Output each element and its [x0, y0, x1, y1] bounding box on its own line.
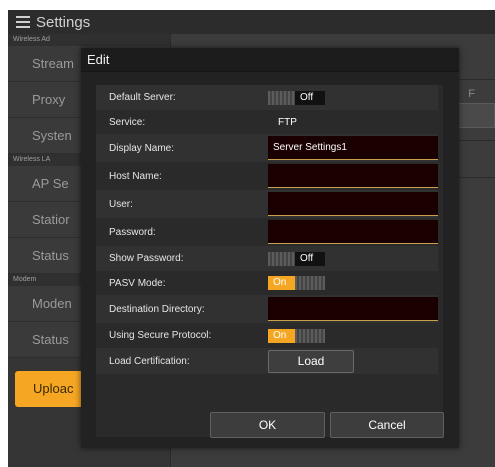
default-server-toggle[interactable]: Off — [268, 90, 325, 105]
row-service: Service: FTP — [96, 110, 438, 134]
row-show-password: Show Password: Off — [96, 246, 438, 271]
row-display-name: Display Name: Server Settings1 — [96, 134, 438, 162]
row-secure-protocol: Using Secure Protocol: On — [96, 323, 438, 348]
service-value: FTP — [278, 116, 297, 128]
user-label: User: — [109, 198, 133, 210]
row-default-server: Default Server: Off — [96, 85, 438, 110]
edit-dialog: Edit Default Server: Off Service: FTP Di… — [81, 48, 459, 448]
row-destination-directory: Destination Directory: — [96, 295, 438, 323]
toggle-knob — [295, 276, 325, 290]
secure-protocol-toggle[interactable]: On — [268, 328, 325, 343]
cancel-button[interactable]: Cancel — [330, 412, 444, 438]
row-pasv-mode: PASV Mode: On — [96, 271, 438, 295]
settings-field[interactable] — [455, 103, 495, 128]
user-input[interactable] — [268, 192, 438, 216]
destination-directory-input[interactable] — [268, 297, 438, 321]
ok-button[interactable]: OK — [210, 412, 325, 438]
host-name-input[interactable] — [268, 164, 438, 188]
pasv-mode-toggle[interactable]: On — [268, 276, 325, 290]
settings-header: Settings — [8, 10, 495, 34]
row-password: Password: — [96, 218, 438, 246]
display-name-label: Display Name: — [109, 142, 175, 154]
show-password-toggle[interactable]: Off — [268, 251, 325, 266]
row-load-certification: Load Certification: Load — [96, 348, 438, 374]
pasv-mode-label: PASV Mode: — [109, 277, 166, 289]
toggle-knob — [268, 90, 295, 105]
dialog-title: Edit — [81, 48, 459, 72]
menu-icon[interactable] — [16, 16, 30, 28]
password-label: Password: — [109, 226, 156, 238]
destination-directory-label: Destination Directory: — [109, 303, 205, 315]
settings-title: Settings — [36, 13, 91, 31]
default-server-label: Default Server: — [109, 92, 176, 103]
row-host-name: Host Name: — [96, 162, 438, 190]
row-user: User: — [96, 190, 438, 218]
toggle-state: On — [268, 328, 295, 343]
host-name-label: Host Name: — [109, 170, 162, 182]
password-input[interactable] — [268, 220, 438, 244]
secure-protocol-label: Using Secure Protocol: — [109, 330, 212, 341]
display-name-input[interactable]: Server Settings1 — [268, 136, 438, 160]
toggle-state: Off — [295, 251, 325, 266]
toggle-state: Off — [295, 90, 325, 105]
load-certification-button[interactable]: Load — [268, 349, 354, 373]
show-password-label: Show Password: — [109, 253, 184, 264]
nav-group-wireless-adapter: Wireless Ad — [8, 34, 170, 46]
toggle-knob — [295, 328, 325, 343]
toggle-state: On — [268, 276, 295, 290]
toggle-knob — [268, 251, 295, 266]
service-label: Service: — [109, 116, 146, 128]
select-value-fragment[interactable]: F — [468, 88, 475, 100]
dialog-body: Default Server: Off Service: FTP Display… — [96, 85, 443, 437]
load-certification-label: Load Certification: — [109, 355, 190, 367]
